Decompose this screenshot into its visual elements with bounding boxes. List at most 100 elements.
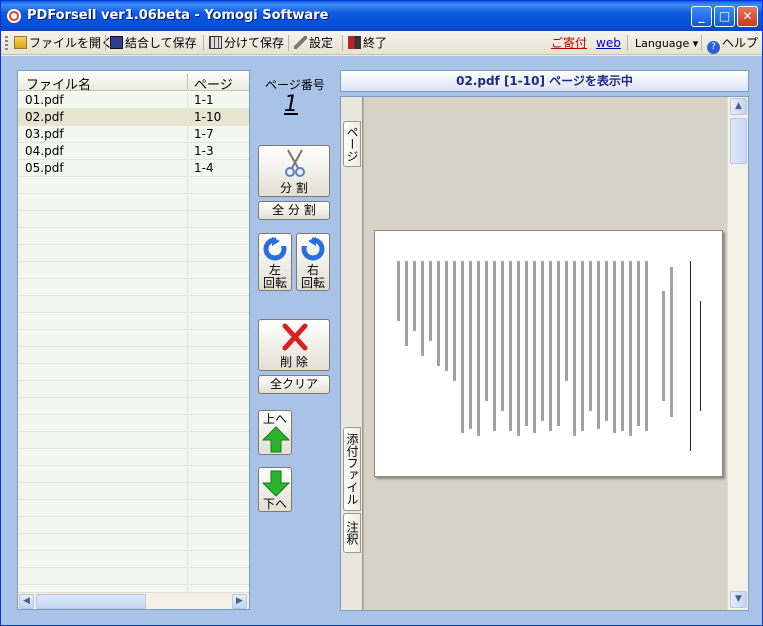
empty-row (18, 347, 249, 364)
file-row-pages: 1-1 (194, 93, 214, 107)
donate-link[interactable]: ご寄付 (551, 35, 587, 52)
page-text-line (533, 261, 536, 433)
page-text-line (662, 291, 665, 401)
toolbar-separator (701, 35, 702, 51)
arrow-down-icon (262, 470, 290, 497)
page-text-line (597, 261, 600, 429)
page-text-line (621, 261, 624, 431)
empty-row (18, 517, 249, 534)
delete-x-icon (282, 323, 308, 351)
page-text-line (581, 261, 584, 431)
main-panel: ファイル名 ページ 01.pdf 1-1 02.pdf 1-10 03.pdf 1-7 04… (1, 56, 762, 625)
move-down-label: 下へ (262, 497, 287, 511)
file-row[interactable]: 04.pdf 1-3 (18, 143, 249, 160)
page-text-line (670, 267, 673, 417)
language-menu[interactable]: Language ▾ (635, 35, 698, 52)
file-row-name: 04.pdf (25, 144, 64, 158)
file-list[interactable]: ファイル名 ページ 01.pdf 1-1 02.pdf 1-10 03.pdf 1-7 04… (17, 70, 250, 610)
rotate-left-label-2: 回転 (262, 276, 287, 290)
tab-annotation[interactable]: 注釈 (343, 513, 361, 553)
open-file-button[interactable]: ファイルを開く (14, 35, 113, 52)
horizontal-scrollbar[interactable]: ◀ ▶ (18, 592, 249, 609)
toolbar-grip-icon[interactable] (5, 36, 8, 50)
rotate-right-button[interactable]: 右 回転 (296, 233, 330, 291)
floppy-disk-icon (110, 36, 123, 49)
tab-page[interactable]: ページ (343, 121, 361, 167)
toolbar-separator (288, 35, 289, 51)
empty-row (18, 449, 249, 466)
split-save-button[interactable]: 分けて保存 (209, 35, 284, 52)
merge-save-button[interactable]: 結合して保存 (110, 35, 197, 52)
close-button[interactable]: ✕ (737, 6, 758, 27)
empty-row (18, 245, 249, 262)
page-text-line (445, 261, 448, 371)
scroll-right-icon[interactable]: ▶ (232, 594, 247, 609)
column-divider[interactable] (187, 73, 188, 89)
page-text-line (429, 261, 432, 341)
empty-row (18, 432, 249, 449)
scroll-thumb[interactable] (730, 118, 747, 164)
scroll-down-icon[interactable]: ▼ (730, 591, 747, 608)
help-button[interactable]: ? ヘルプ (707, 35, 758, 54)
column-header-pages[interactable]: ページ (194, 74, 233, 93)
maximize-button[interactable]: □ (714, 6, 735, 27)
empty-row (18, 262, 249, 279)
file-row[interactable]: 03.pdf 1-7 (18, 126, 249, 143)
preview-canvas[interactable] (363, 97, 727, 610)
empty-row (18, 364, 249, 381)
split-button[interactable]: 分 割 (258, 145, 330, 197)
rotate-left-button[interactable]: 左 回転 (258, 233, 292, 291)
exit-button[interactable]: 終了 (348, 35, 387, 52)
preview-header: 02.pdf [1-10] ページを表示中 (340, 70, 749, 92)
web-link[interactable]: web (596, 35, 621, 52)
page-text-line (589, 261, 592, 411)
arrow-up-icon (262, 426, 290, 453)
empty-row (18, 483, 249, 500)
column-header-name[interactable]: ファイル名 (26, 74, 91, 93)
minimize-button[interactable]: _ (691, 6, 712, 27)
settings-button[interactable]: 設定 (294, 35, 333, 52)
page-text-line (605, 261, 608, 421)
page-text-line (397, 261, 400, 321)
open-folder-icon (14, 36, 27, 49)
empty-row (18, 500, 249, 517)
vertical-scrollbar[interactable]: ▲ ▼ (727, 97, 748, 610)
tab-attachment[interactable]: 添付ファイル (343, 427, 361, 511)
delete-button[interactable]: 削 除 (258, 319, 330, 371)
page-text-line (477, 261, 480, 436)
empty-row (18, 177, 249, 194)
scroll-thumb[interactable] (36, 594, 146, 609)
split-all-button[interactable]: 全 分 割 (258, 201, 330, 220)
page-rule-line (690, 261, 691, 451)
scroll-up-icon[interactable]: ▲ (730, 98, 747, 115)
move-up-button[interactable]: 上へ (258, 410, 292, 455)
toolbar-separator (627, 35, 628, 51)
empty-row (18, 398, 249, 415)
toolbar-separator (105, 35, 106, 51)
preview-frame: ページ 添付ファイル 注釈 ▲ ▼ (340, 96, 749, 611)
empty-row (18, 228, 249, 245)
clear-all-button[interactable]: 全クリア (258, 375, 330, 394)
rotate-right-icon (300, 236, 325, 261)
grid-save-icon (209, 36, 222, 49)
page-text-line (645, 261, 648, 431)
split-label: 分 割 (280, 181, 308, 195)
file-list-body[interactable]: 01.pdf 1-1 02.pdf 1-10 03.pdf 1-7 04.pdf 1-3 05.… (18, 92, 249, 592)
column-line (187, 92, 188, 592)
app-icon (7, 9, 21, 23)
page-text-line (437, 261, 440, 366)
page-text-line (509, 261, 512, 431)
scroll-left-icon[interactable]: ◀ (19, 594, 34, 609)
page-text-line (637, 261, 640, 426)
page-text-line (541, 261, 544, 421)
exit-door-icon (348, 36, 361, 49)
file-row-pages: 1-10 (194, 110, 222, 124)
file-row[interactable]: 01.pdf 1-1 (18, 92, 249, 109)
title-bar[interactable]: PDForsell ver1.06beta - Yomogi Software … (1, 1, 762, 31)
page-text-line (613, 261, 616, 433)
move-down-button[interactable]: 下へ (258, 467, 292, 512)
file-row[interactable]: 05.pdf 1-4 (18, 160, 249, 177)
empty-row (18, 296, 249, 313)
file-row[interactable]: 02.pdf 1-10 (18, 109, 249, 126)
empty-row (18, 279, 249, 296)
